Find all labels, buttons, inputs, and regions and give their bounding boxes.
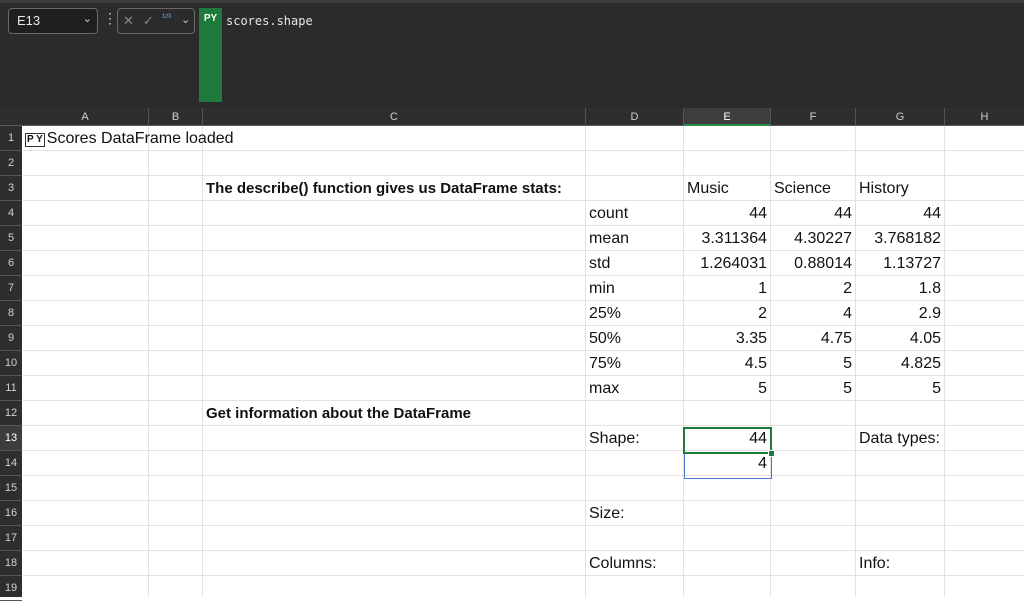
column-header-g[interactable]: G	[856, 108, 945, 126]
cell-g4[interactable]: 44	[856, 201, 944, 226]
cell-g13[interactable]: Data types:	[856, 426, 940, 451]
cell-e11[interactable]: 5	[684, 376, 770, 401]
python-output-icon[interactable]: ¹²³	[162, 12, 171, 22]
cell-g9[interactable]: 4.05	[856, 326, 944, 351]
formula-buttons: ✕ ✓ ¹²³ ⌄	[117, 8, 195, 34]
python-cell-icon: P Y	[25, 133, 45, 147]
active-cell-outline	[683, 427, 772, 454]
cell-g10[interactable]: 4.825	[856, 351, 944, 376]
cell-a1-text: Scores DataFrame loaded	[46, 130, 234, 147]
cell-e3[interactable]: Music	[684, 176, 729, 201]
chevron-down-icon[interactable]: ⌄	[181, 13, 190, 26]
cell-f9[interactable]: 4.75	[771, 326, 855, 351]
cell-g6[interactable]: 1.13727	[856, 251, 944, 276]
row-header[interactable]: 12	[0, 401, 22, 426]
formula-bar-area: E13 ⌄ ⋮ ✕ ✓ ¹²³ ⌄ PY scores.shape	[0, 0, 1024, 108]
cell-c3[interactable]: The describe() function gives us DataFra…	[203, 176, 562, 201]
cell-d10[interactable]: 75%	[586, 351, 621, 376]
column-header-a[interactable]: A	[22, 108, 149, 126]
python-badge: PY	[199, 8, 222, 102]
cell-d4[interactable]: count	[586, 201, 628, 226]
top-border	[0, 0, 1024, 3]
row-header[interactable]: 3	[0, 176, 22, 201]
column-header-d[interactable]: D	[586, 108, 684, 126]
cell-d11[interactable]: max	[586, 376, 619, 401]
column-header-h[interactable]: H	[945, 108, 1024, 126]
row-header[interactable]: 9	[0, 326, 22, 351]
row-header[interactable]: 8	[0, 301, 22, 326]
more-options-icon[interactable]: ⋮	[103, 11, 117, 25]
cell-g5[interactable]: 3.768182	[856, 226, 944, 251]
row-header[interactable]: 6	[0, 251, 22, 276]
formula-input[interactable]: scores.shape	[222, 8, 1024, 102]
cell-f3[interactable]: Science	[771, 176, 831, 201]
gridline	[944, 126, 945, 597]
cell-e9[interactable]: 3.35	[684, 326, 770, 351]
row-header[interactable]: 1	[0, 126, 22, 151]
cell-e8[interactable]: 2	[684, 301, 770, 326]
cell-e4[interactable]: 44	[684, 201, 770, 226]
fill-handle[interactable]	[768, 450, 775, 457]
cell-f10[interactable]: 5	[771, 351, 855, 376]
cell-grid[interactable]: P Y Scores DataFrame loaded The describe(…	[22, 126, 1024, 597]
cell-g11[interactable]: 5	[856, 376, 944, 401]
cell-c12[interactable]: Get information about the DataFrame	[203, 401, 471, 426]
cell-e10[interactable]: 4.5	[684, 351, 770, 376]
cancel-icon[interactable]: ✕	[123, 13, 134, 29]
row-header[interactable]: 19	[0, 576, 22, 601]
column-header-e[interactable]: E	[684, 108, 771, 126]
row-headers: 1 2 3 4 5 6 7 8 9 10 11 12 13 14 15 16 1…	[0, 126, 22, 601]
row-header[interactable]: 17	[0, 526, 22, 551]
cell-f11[interactable]: 5	[771, 376, 855, 401]
cell-e6[interactable]: 1.264031	[684, 251, 770, 276]
column-headers: A B C D E F G H	[0, 108, 1024, 126]
column-header-f[interactable]: F	[771, 108, 856, 126]
cell-d7[interactable]: min	[586, 276, 615, 301]
spill-range-outline	[684, 453, 772, 479]
cell-d5[interactable]: mean	[586, 226, 629, 251]
cell-d8[interactable]: 25%	[586, 301, 621, 326]
row-header[interactable]: 15	[0, 476, 22, 501]
cell-e5[interactable]: 3.311364	[684, 226, 770, 251]
row-header[interactable]: 7	[0, 276, 22, 301]
formula-text: scores.shape	[226, 14, 313, 28]
cell-f7[interactable]: 2	[771, 276, 855, 301]
column-header-c[interactable]: C	[203, 108, 586, 126]
chevron-down-icon[interactable]: ⌄	[83, 12, 92, 25]
cell-d9[interactable]: 50%	[586, 326, 621, 351]
cell-a1[interactable]: P Y Scores DataFrame loaded	[22, 126, 234, 151]
row-header[interactable]: 14	[0, 451, 22, 476]
cell-f5[interactable]: 4.30227	[771, 226, 855, 251]
row-header[interactable]: 4	[0, 201, 22, 226]
cell-d13[interactable]: Shape:	[586, 426, 640, 451]
name-box-value: E13	[17, 13, 41, 28]
row-header[interactable]: 2	[0, 151, 22, 176]
cell-e7[interactable]: 1	[684, 276, 770, 301]
cell-g3[interactable]: History	[856, 176, 909, 201]
cell-g8[interactable]: 2.9	[856, 301, 944, 326]
gridline	[22, 475, 1024, 476]
cell-f4[interactable]: 44	[771, 201, 855, 226]
column-header-b[interactable]: B	[149, 108, 203, 126]
row-header[interactable]: 16	[0, 501, 22, 526]
gridline	[148, 126, 149, 597]
cell-g7[interactable]: 1.8	[856, 276, 944, 301]
cell-d18[interactable]: Columns:	[586, 551, 657, 576]
cell-d6[interactable]: std	[586, 251, 610, 276]
cell-d16[interactable]: Size:	[586, 501, 625, 526]
gridline	[22, 525, 1024, 526]
cell-f6[interactable]: 0.88014	[771, 251, 855, 276]
cell-f8[interactable]: 4	[771, 301, 855, 326]
enter-icon[interactable]: ✓	[143, 13, 154, 29]
cell-g18[interactable]: Info:	[856, 551, 890, 576]
row-header[interactable]: 5	[0, 226, 22, 251]
gridline	[22, 500, 1024, 501]
name-box[interactable]: E13 ⌄	[8, 8, 98, 34]
row-header[interactable]: 10	[0, 351, 22, 376]
row-header[interactable]: 11	[0, 376, 22, 401]
row-header-selected[interactable]: 13	[0, 426, 22, 451]
row-header[interactable]: 18	[0, 551, 22, 576]
